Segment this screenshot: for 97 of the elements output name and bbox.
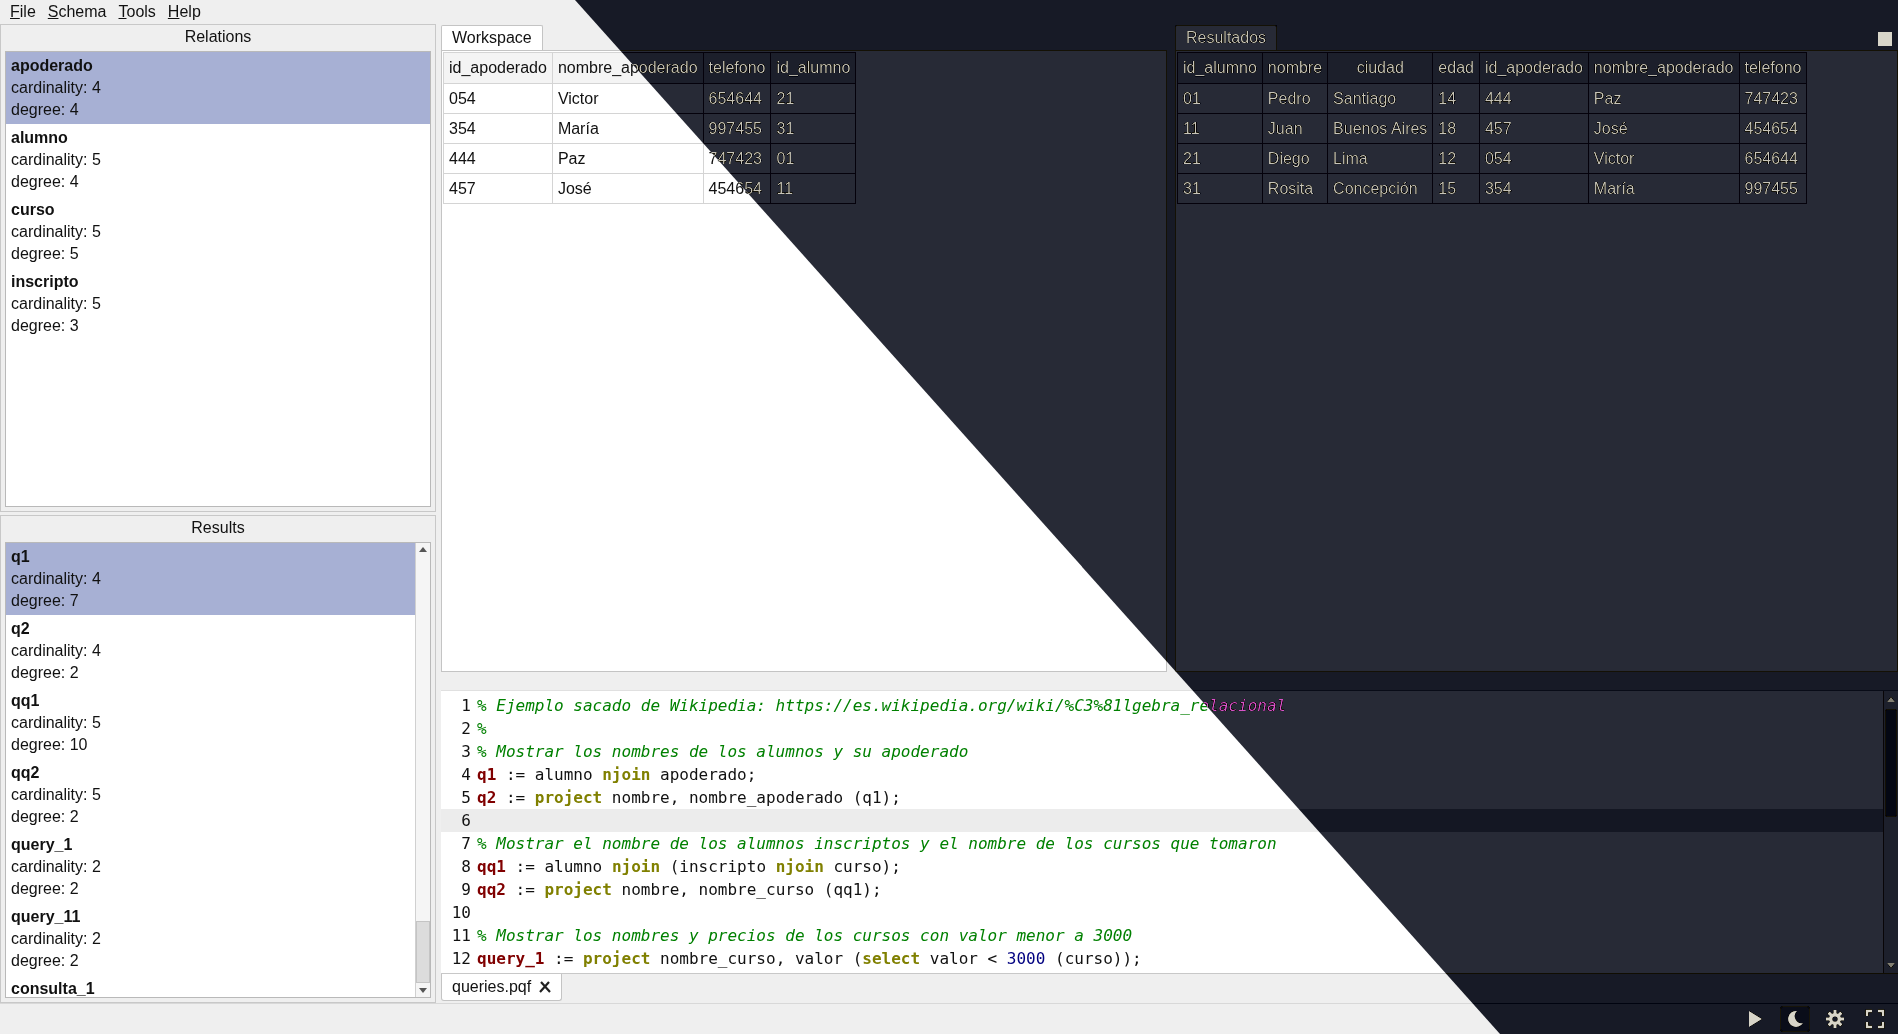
table-cell: 454654	[1739, 113, 1807, 144]
code-editor[interactable]	[441, 690, 1898, 974]
line-number: 10	[450, 902, 472, 924]
line-number: 11	[450, 925, 472, 947]
relation-item[interactable]: curso cardinality: 5 degree: 5	[6, 196, 430, 268]
result-item[interactable]: qq1 cardinality: 5 degree: 10	[6, 686, 415, 759]
code-line: %	[477, 718, 488, 740]
scrollbar[interactable]	[415, 542, 430, 997]
file-tab[interactable]: queries.pqf	[441, 974, 563, 1001]
scrollbar[interactable]	[1883, 691, 1898, 973]
column-header[interactable]: nombre_apoderado	[1588, 52, 1739, 84]
table-cell: 054	[443, 83, 553, 114]
fullscreen-icon[interactable]	[1865, 1009, 1885, 1029]
table-cell: Rosita	[1262, 173, 1328, 204]
result-item[interactable]: query_11 cardinality: 2 degree: 2	[6, 902, 415, 975]
column-header[interactable]: id_alumno	[771, 52, 856, 84]
table-cell: 12	[1432, 143, 1480, 174]
table-cell: 654644	[1739, 143, 1807, 174]
table-cell: 21	[1177, 143, 1263, 174]
code-line: % Mostrar los nombres y precios de los cursos con valor menor a 3000	[477, 925, 1134, 947]
relation-item[interactable]: inscripto cardinality: 5 degree: 3	[6, 268, 430, 340]
result-item[interactable]: q2 cardinality: 4 degree: 2	[6, 614, 415, 687]
table-cell: Juan	[1262, 113, 1328, 144]
table-cell: 457	[443, 173, 553, 204]
table-cell: 31	[1177, 173, 1263, 204]
arrow-down-icon[interactable]	[419, 987, 427, 993]
table-cell: Lima	[1327, 143, 1433, 174]
table-cell: 11	[1177, 113, 1263, 144]
panel-title: Results	[190, 517, 246, 538]
column-header[interactable]: id_apoderado	[443, 52, 553, 84]
line-number: 6	[460, 810, 472, 832]
code-line: q1 := alumno njoin apoderado;	[477, 764, 758, 786]
line-number: 7	[460, 833, 472, 855]
column-header[interactable]: telefono	[1739, 52, 1807, 84]
code-line: % Mostrar el nombre de los alumnos inscriptos y el nombre de los cursos que tomaron	[477, 833, 1278, 855]
table-cell: José	[1588, 113, 1739, 144]
table-cell: María	[552, 113, 704, 144]
close-icon[interactable]	[539, 981, 552, 993]
line-number: 1	[460, 695, 472, 717]
column-header[interactable]: telefono	[703, 52, 771, 84]
tab[interactable]: Resultados	[1175, 25, 1278, 50]
result-item[interactable]: q1 cardinality: 4 degree: 7	[6, 542, 415, 615]
table-cell: Concepción	[1327, 173, 1433, 204]
column-header[interactable]: nombre	[1262, 52, 1328, 84]
arrow-down-icon[interactable]	[1887, 962, 1895, 968]
panel-title: Relations	[183, 27, 253, 47]
table-cell: Diego	[1262, 143, 1328, 174]
table-cell: 444	[443, 143, 553, 174]
column-header[interactable]: id_apoderado	[1479, 52, 1589, 84]
code-line: % Mostrar los nombres de los alumnos y su apoderado	[477, 741, 970, 763]
line-number: 3	[460, 741, 472, 763]
table-cell: José	[552, 173, 704, 204]
moon-icon	[1785, 1009, 1805, 1029]
theme-toggle[interactable]	[1780, 1006, 1810, 1032]
table-cell: 054	[1479, 143, 1589, 174]
table-cell: Victor	[1588, 143, 1739, 174]
line-number: 4	[460, 764, 472, 786]
column-header[interactable]: ciudad	[1327, 52, 1433, 84]
code-line: query_1 := project nombre_curso, valor (select valor < 3000 (curso));	[477, 948, 1143, 970]
table-cell: 18	[1432, 113, 1480, 144]
arrow-up-icon[interactable]	[419, 547, 427, 552]
table-cell: Buenos Aires	[1327, 113, 1433, 144]
column-header[interactable]: edad	[1432, 52, 1480, 84]
table-cell: 31	[771, 113, 856, 144]
line-number: 5	[460, 787, 472, 809]
table-cell: 457	[1479, 113, 1589, 144]
tab[interactable]: Workspace	[441, 25, 543, 50]
table-cell: 997455	[1739, 173, 1807, 204]
line-number: 9	[460, 879, 472, 901]
line-number: 12	[450, 948, 472, 970]
table-cell: 11	[771, 173, 856, 204]
menu-item[interactable]: Schema	[41, 3, 113, 21]
table-cell: 15	[1432, 173, 1480, 204]
line-number: 2	[460, 718, 472, 740]
result-item[interactable]: consulta_1	[6, 974, 415, 997]
gear-icon[interactable]	[1825, 1009, 1845, 1029]
menu-item[interactable]: Tools	[112, 3, 162, 21]
table-cell: 01	[771, 143, 856, 174]
table-cell: Paz	[552, 143, 704, 174]
menu-item[interactable]: Help	[161, 3, 207, 21]
code-line: qq2 := project nombre, nombre_curso (qq1);	[477, 879, 883, 901]
code-line: qq1 := alumno njoin (inscripto njoin curso);	[477, 856, 902, 878]
line-number: 8	[460, 856, 472, 878]
menu-item[interactable]: File	[4, 3, 42, 21]
result-item[interactable]: query_1 cardinality: 2 degree: 2	[6, 830, 415, 903]
scroll-thumb[interactable]	[1885, 709, 1897, 817]
result-item[interactable]: qq2 cardinality: 5 degree: 2	[6, 758, 415, 831]
table-cell: 997455	[703, 113, 771, 144]
column-header[interactable]: id_alumno	[1177, 52, 1263, 84]
table-cell: 354	[1479, 173, 1589, 204]
scroll-thumb[interactable]	[416, 921, 430, 983]
table-cell: María	[1588, 173, 1739, 204]
table-cell: 354	[443, 113, 553, 144]
relation-item[interactable]: apoderado cardinality: 4 degree: 4	[6, 52, 430, 124]
code-line: q2 := project nombre, nombre_apoderado (q1);	[477, 787, 902, 809]
arrow-up-icon[interactable]	[1887, 696, 1895, 702]
relation-item[interactable]: alumno cardinality: 5 degree: 4	[6, 124, 430, 196]
